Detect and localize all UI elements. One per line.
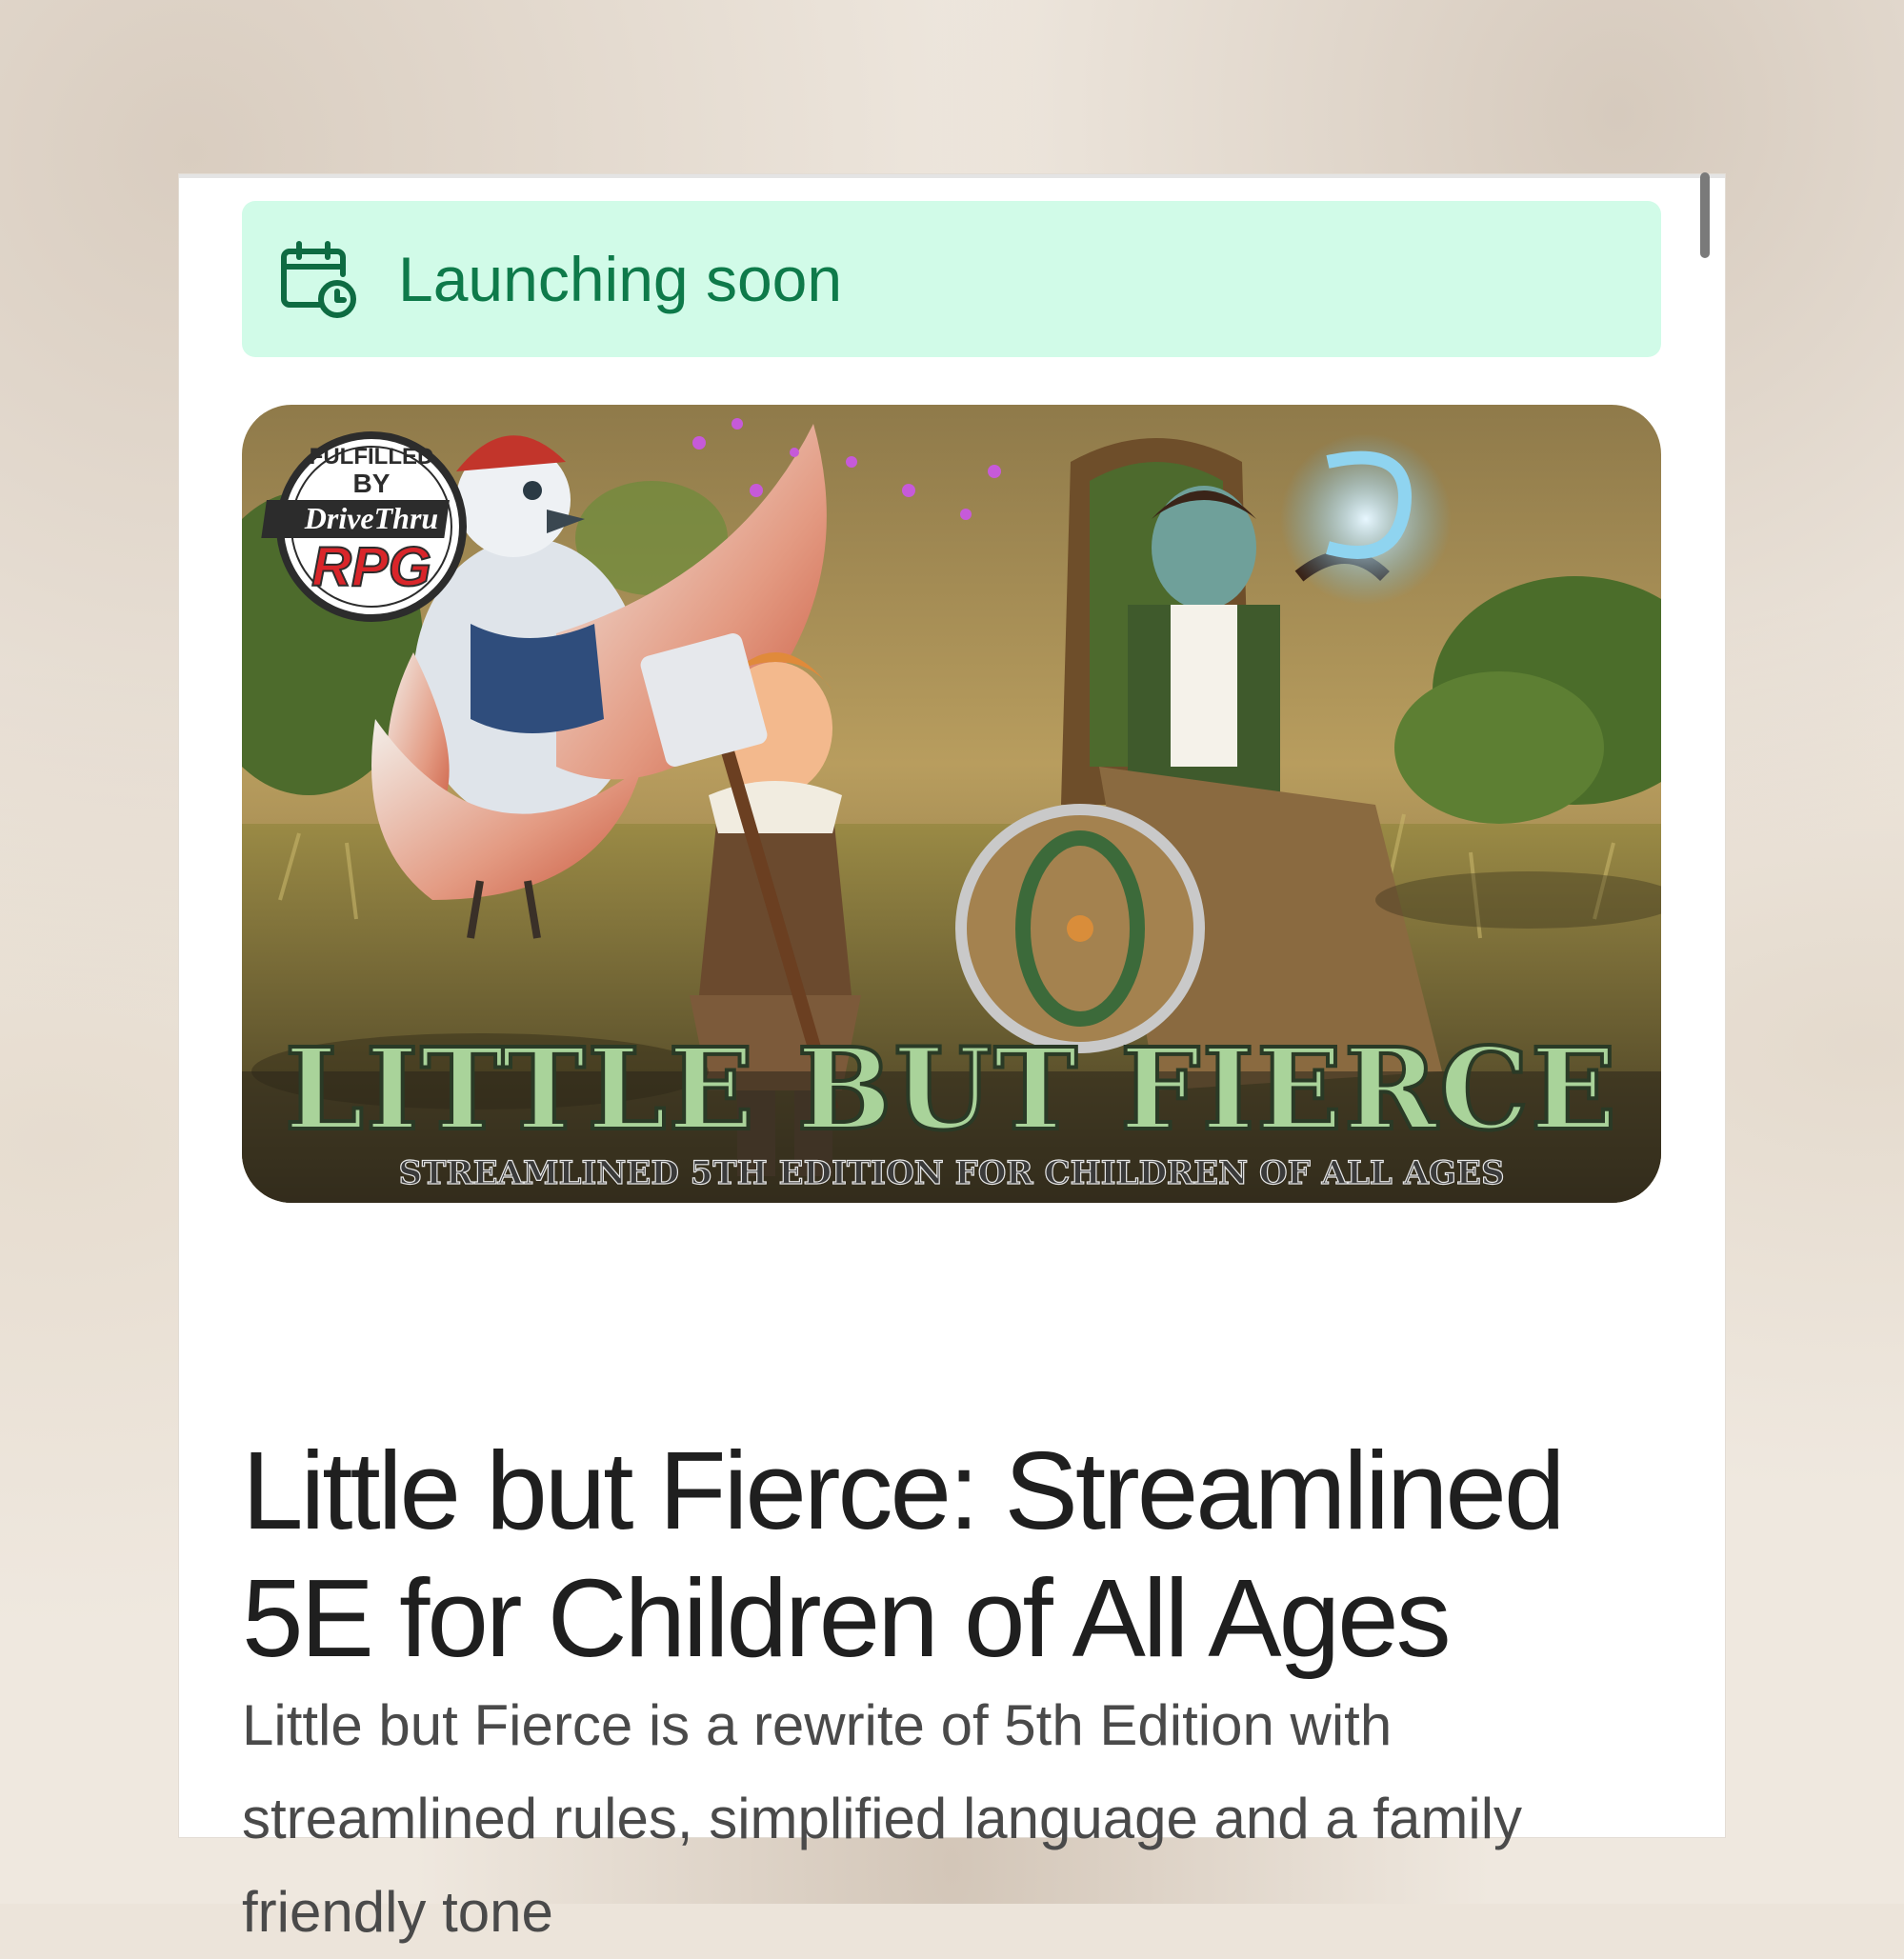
calendar-clock-icon bbox=[281, 241, 356, 318]
badge-fulfilled-text: FULFILLED bbox=[310, 444, 434, 470]
launch-status-label: Launching soon bbox=[398, 244, 843, 314]
product-hero-image[interactable]: FULFILLED BY DriveThru RPG LITTLE BUT FI… bbox=[242, 405, 1661, 1203]
badge-by-text: BY bbox=[353, 469, 391, 498]
badge-rpg-text: RPG bbox=[311, 536, 431, 598]
badge-brand-text: DriveThru bbox=[304, 501, 438, 535]
logo-title: LITTLE BUT FIERCE bbox=[285, 1023, 1618, 1155]
product-title[interactable]: Little but Fierce: Streamlined 5E for Ch… bbox=[242, 1427, 1661, 1682]
launch-status-banner: Launching soon bbox=[242, 201, 1661, 357]
hero-illustration: FULFILLED BY DriveThru RPG LITTLE BUT FI… bbox=[242, 405, 1661, 1203]
card-top-border bbox=[179, 174, 1725, 178]
scrollbar-thumb[interactable] bbox=[1700, 172, 1710, 258]
product-description: Little but Fierce is a rewrite of 5th Ed… bbox=[242, 1693, 1523, 1944]
product-card: Launching soon FULFILLED BY DriveThru RP… bbox=[179, 174, 1725, 1944]
logo-subtitle: STREAMLINED 5TH EDITION FOR CHILDREN OF … bbox=[398, 1154, 1504, 1192]
